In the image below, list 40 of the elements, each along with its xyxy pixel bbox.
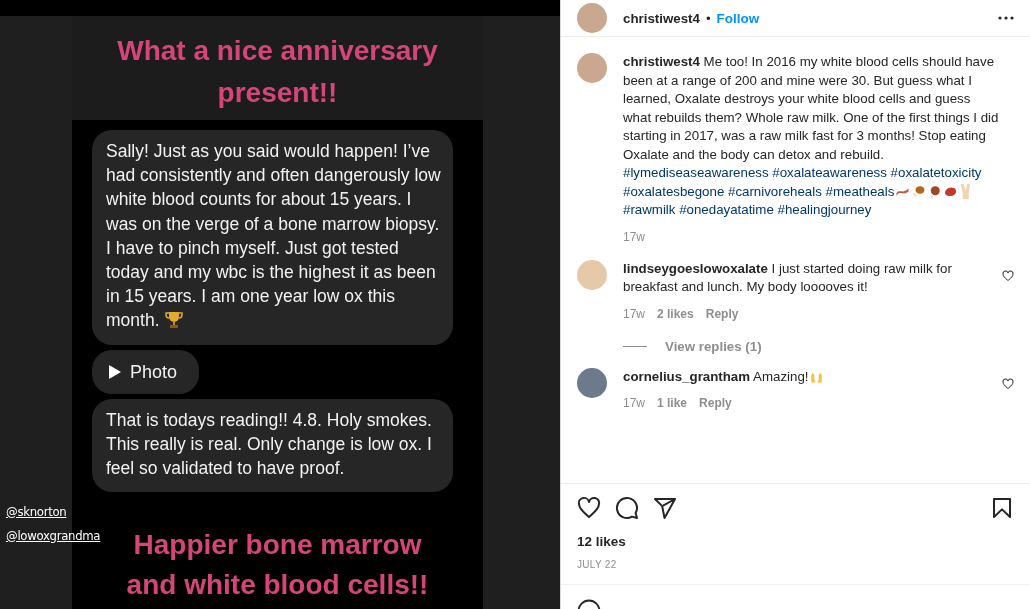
username-link[interactable]: lindseygoeslowoxalate [623, 260, 768, 276]
trophy-icon [163, 309, 184, 330]
headline-text: What a nice anniversary present!! [116, 34, 439, 110]
hashtag-link[interactable]: #healingjourney [777, 202, 872, 217]
play-icon [108, 363, 122, 380]
comment-text: cornelius_grantham Amazing! [623, 367, 986, 386]
hashtag-link[interactable]: #rawmilk [623, 202, 676, 217]
timestamp: 17w [623, 306, 645, 321]
username-link[interactable]: christiwest4 [623, 10, 700, 26]
hashtag-link[interactable]: #oxalatetoxicity [890, 165, 982, 180]
avatar[interactable] [577, 367, 607, 398]
likes-count[interactable]: 12 likes [577, 534, 1014, 549]
caption-text: christiwest4 Me too! In 2016 my white blood cells should have been at a range of 200 and mine were 30. But guess what I learned, Oxalate destroys your white blood cells and guess what rebuilds them? Whole raw milk. One of the first things I did starting in 2017, was a raw milk fast for 3 months! Stop eating Oxalate and the body can detox and rebuild. #lymediseaseawareness #oxalateawareness #oxalatetoxicity #oxalatesbegone #carnivoreheals #meatheals #rawmilk #onedayatatime #healingjourney [623, 53, 1000, 219]
comment-text: lindseygoeslowoxalate I just started doing raw milk for breakfast and lunch. My body looooves it! [623, 259, 953, 296]
share-icon[interactable] [653, 496, 677, 520]
mention-tag: @lowoxgrandma [6, 528, 101, 543]
hashtag-link[interactable]: #meatheals [825, 183, 895, 199]
timestamp: 17w [623, 396, 645, 410]
post-date: JULY 22 [577, 559, 618, 572]
hashtag-link[interactable]: #oxalatesbegone [623, 183, 725, 199]
heart-icon[interactable] [1002, 377, 1014, 390]
mention-tag: @sknorton [6, 504, 67, 519]
hashtag-link[interactable]: #onedayatatime [679, 202, 774, 217]
hashtag-link[interactable]: #oxalateawareness [772, 165, 887, 180]
heart-icon[interactable] [1002, 269, 1014, 282]
timestamp: 17w [623, 229, 645, 244]
more-options-icon[interactable] [998, 16, 1014, 20]
message-bubble: Sally! Just as you said would happen! I’ve had consistently and often dangerously low white blood counts for about 15 years. I was on the verge of a bone marrow biopsy. I have to pinch myself. Just got tested today and my wbc is the highest it as been in 15 years. I am one year low ox this month. [92, 130, 453, 345]
hashtag-link[interactable]: #carnivoreheals [728, 183, 822, 199]
drumstick-icon [911, 183, 927, 199]
photo-attachment[interactable]: Photo [92, 349, 200, 394]
heart-icon[interactable] [577, 496, 601, 520]
message-bubble: That is todays reading!! 4.8. Holy smokes. This really is real. Only change is low ox. I feel so validated to have proof. [92, 398, 453, 493]
username-link[interactable]: cornelius_grantham [623, 368, 751, 384]
username-link[interactable]: christiwest4 [623, 54, 700, 69]
hashtag-link[interactable]: #lymediseaseawareness [623, 165, 769, 180]
comment-icon[interactable] [615, 496, 639, 520]
headline-text: Happier bone marrow and white blood cells!! [125, 528, 430, 602]
separator-dot: • [705, 10, 711, 26]
bookmark-icon[interactable] [990, 496, 1014, 520]
